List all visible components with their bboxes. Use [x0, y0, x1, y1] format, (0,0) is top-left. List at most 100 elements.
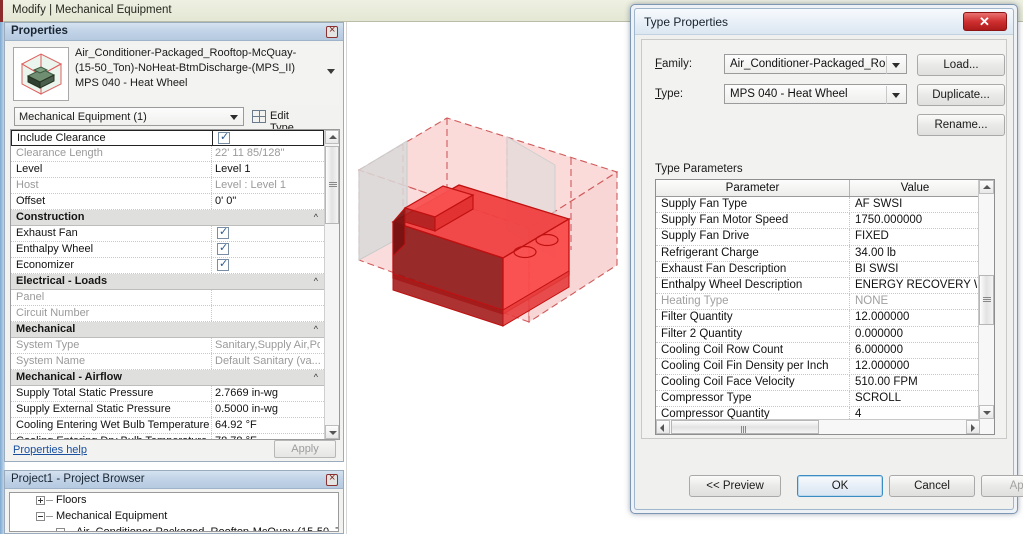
property-group-label: Mechanical [16, 323, 76, 335]
table-horizontal-scrollbar[interactable] [656, 419, 980, 434]
parameter-value[interactable]: 1750.000000 [855, 214, 977, 226]
scroll-up-icon[interactable] [979, 180, 994, 194]
parameter-row[interactable]: Filter 2 Quantity 0.000000 [656, 326, 980, 343]
checkbox-icon[interactable] [217, 257, 229, 271]
property-row[interactable]: Supply External Static Pressure 0.5000 in… [11, 402, 324, 418]
collapse-icon[interactable] [36, 512, 45, 521]
cancel-button[interactable]: Cancel [889, 475, 975, 497]
scroll-up-icon[interactable] [325, 130, 339, 144]
ok-button[interactable]: OK [797, 475, 883, 497]
family-type-header[interactable]: Air_Conditioner-Packaged_Rooftop-McQuay-… [9, 45, 339, 105]
property-value-cell[interactable] [211, 306, 324, 321]
chevron-up-icon[interactable]: ^ [314, 277, 318, 286]
parameter-row[interactable]: Supply Fan Type AF SWSI [656, 197, 980, 214]
close-icon[interactable] [326, 24, 338, 38]
property-row[interactable]: Cooling Entering Wet Bulb Temperature 64.… [11, 418, 324, 434]
checkbox-icon[interactable] [218, 130, 230, 144]
3d-model-view[interactable] [346, 22, 630, 534]
parameter-value[interactable]: 34.00 lb [855, 247, 977, 259]
collapse-icon[interactable] [56, 528, 65, 531]
property-row[interactable]: Offset 0' 0" [11, 194, 324, 210]
property-group-header[interactable]: Mechanical - Airflow ^ [11, 370, 324, 386]
expand-icon[interactable] [36, 496, 45, 505]
properties-help-link[interactable]: Properties help [13, 444, 87, 456]
scrollbar-thumb[interactable] [325, 146, 339, 224]
scroll-down-icon[interactable] [325, 425, 339, 439]
table-vertical-scrollbar[interactable] [978, 180, 994, 434]
apply-button[interactable]: Apply [981, 475, 1023, 497]
parameter-value[interactable]: 12.000000 [855, 360, 977, 372]
chevron-down-icon[interactable] [327, 69, 335, 74]
type-combo[interactable]: MPS 040 - Heat Wheel [724, 84, 907, 104]
property-row[interactable]: System Name Default Sanitary (va... [11, 354, 324, 370]
scroll-down-icon[interactable] [979, 405, 994, 419]
parameter-value[interactable]: BI SWSI [855, 263, 977, 275]
parameter-row[interactable]: Supply Fan Motor Speed 1750.000000 [656, 213, 980, 230]
property-group-header[interactable]: Electrical - Loads ^ [11, 274, 324, 290]
property-name: Cooling Entering Dry Bulb Temperature [16, 435, 214, 439]
parameter-value[interactable]: 0.000000 [855, 328, 977, 340]
project-browser-tree[interactable]: Floors Mechanical Equipment Air_Conditione… [9, 492, 339, 532]
property-row[interactable]: Circuit Number [11, 306, 324, 322]
chevron-up-icon[interactable]: ^ [314, 373, 318, 382]
preview-button[interactable]: << Preview [689, 475, 781, 497]
parameter-row[interactable]: Refrigerant Charge 34.00 lb [656, 245, 980, 262]
parameter-value[interactable]: ENERGY RECOVERY WHEEL [855, 279, 977, 291]
parameter-row[interactable]: Compressor Type SCROLL [656, 391, 980, 408]
type-selector-row: Mechanical Equipment (1) Edit Type [10, 107, 342, 134]
property-row[interactable]: Include Clearance [11, 130, 324, 146]
apply-button[interactable]: Apply [274, 440, 336, 458]
tree-item[interactable]: Mechanical Equipment [10, 509, 338, 525]
tree-item[interactable]: Air_Conditioner-Packaged_Rooftop-McQuay-… [10, 525, 338, 531]
property-row[interactable]: Supply Total Static Pressure 2.7669 in-wg [11, 386, 324, 402]
parameter-value[interactable]: 6.000000 [855, 344, 977, 356]
duplicate-button[interactable]: Duplicate... [917, 84, 1005, 106]
property-group-header[interactable]: Mechanical ^ [11, 322, 324, 338]
load-button[interactable]: Load... [917, 54, 1005, 76]
properties-grid-scrollbar[interactable] [324, 130, 339, 439]
parameter-row[interactable]: Exhaust Fan Description BI SWSI [656, 261, 980, 278]
rename-button[interactable]: Rename... [917, 114, 1005, 136]
tree-item[interactable]: Floors [10, 493, 338, 509]
parameter-value[interactable]: AF SWSI [855, 198, 977, 210]
property-value: 0.5000 in-wg [215, 403, 278, 415]
close-icon[interactable] [326, 472, 338, 486]
checkbox-icon[interactable] [217, 241, 229, 255]
parameter-value[interactable]: FIXED [855, 230, 977, 242]
property-row[interactable]: Host Level : Level 1 [11, 178, 324, 194]
family-combo[interactable]: Air_Conditioner-Packaged_Rooftop-McQ [724, 54, 907, 74]
close-icon[interactable]: ✕ [963, 12, 1007, 31]
property-row[interactable]: Level Level 1 [11, 162, 324, 178]
parameter-value[interactable]: 12.000000 [855, 311, 977, 323]
parameter-row[interactable]: Filter Quantity 12.000000 [656, 310, 980, 327]
property-value: 2.7669 in-wg [215, 387, 278, 399]
parameter-row[interactable]: Supply Fan Drive FIXED [656, 229, 980, 246]
scroll-right-icon[interactable] [966, 420, 980, 434]
scrollbar-thumb[interactable] [979, 275, 994, 325]
parameter-row[interactable]: Cooling Coil Row Count 6.000000 [656, 342, 980, 359]
parameter-row[interactable]: Enthalpy Wheel Description ENERGY RECOVER… [656, 277, 980, 295]
property-row[interactable]: System Type Sanitary,Supply Air,Po... [11, 338, 324, 354]
column-header-value: Value [900, 182, 930, 194]
type-selector-combo[interactable]: Mechanical Equipment (1) [14, 107, 244, 126]
parameter-row[interactable]: Cooling Coil Fin Density per Inch 12.0000… [656, 358, 980, 376]
property-group-header[interactable]: Construction ^ [11, 210, 324, 226]
parameter-name: Enthalpy Wheel Description [661, 278, 803, 291]
property-value-cell[interactable] [211, 290, 324, 305]
hscrollbar-thumb[interactable] [671, 420, 819, 434]
parameter-row[interactable]: Heating Type NONE [656, 294, 980, 311]
edit-type-icon [252, 110, 266, 123]
chevron-up-icon[interactable]: ^ [314, 325, 318, 334]
property-row[interactable]: Exhaust Fan [11, 225, 324, 242]
parameter-row[interactable]: Cooling Coil Face Velocity 510.00 FPM [656, 375, 980, 392]
parameter-value[interactable]: 510.00 FPM [855, 376, 977, 388]
property-row[interactable]: Enthalpy Wheel [11, 241, 324, 258]
scroll-left-icon[interactable] [656, 420, 670, 434]
checkbox-icon[interactable] [217, 225, 229, 239]
parameter-value[interactable]: NONE [855, 295, 977, 307]
property-row[interactable]: Panel [11, 290, 324, 306]
parameter-value[interactable]: SCROLL [855, 392, 977, 404]
chevron-up-icon[interactable]: ^ [314, 213, 318, 222]
property-row[interactable]: Economizer [11, 257, 324, 274]
property-row[interactable]: Clearance Length 22' 11 85/128" [11, 146, 324, 162]
